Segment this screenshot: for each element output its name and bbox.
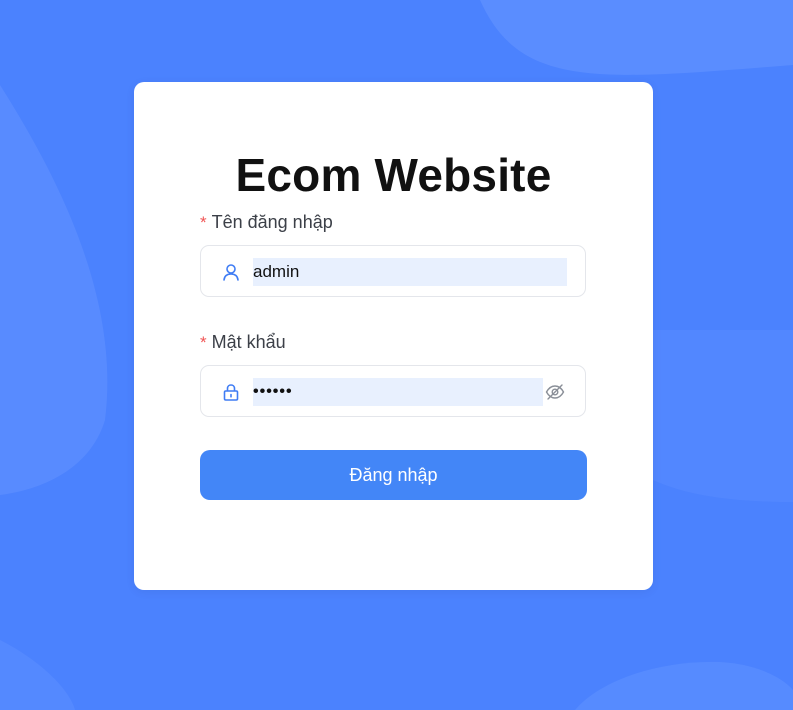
username-label-text: Tên đăng nhập	[211, 212, 333, 232]
page-title: Ecom Website	[235, 149, 552, 201]
username-value[interactable]: admin	[253, 258, 567, 286]
password-input[interactable]: ••••••	[200, 365, 586, 417]
username-input[interactable]: admin	[200, 245, 586, 297]
password-label-text: Mật khẩu	[211, 332, 286, 352]
lock-icon	[223, 384, 239, 401]
login-button[interactable]: Đăng nhập	[200, 450, 587, 500]
eye-off-icon[interactable]	[545, 383, 565, 401]
login-page: Ecom Website * Tên đăng nhập admin * Mật k…	[0, 0, 793, 710]
user-icon	[223, 264, 239, 281]
login-card: Ecom Website * Tên đăng nhập admin * Mật k…	[134, 82, 653, 590]
password-value[interactable]: ••••••	[253, 378, 543, 406]
required-mark: *	[200, 213, 207, 232]
required-mark: *	[200, 333, 207, 352]
password-label: * Mật khẩu	[200, 332, 286, 353]
username-label: * Tên đăng nhập	[200, 212, 333, 233]
